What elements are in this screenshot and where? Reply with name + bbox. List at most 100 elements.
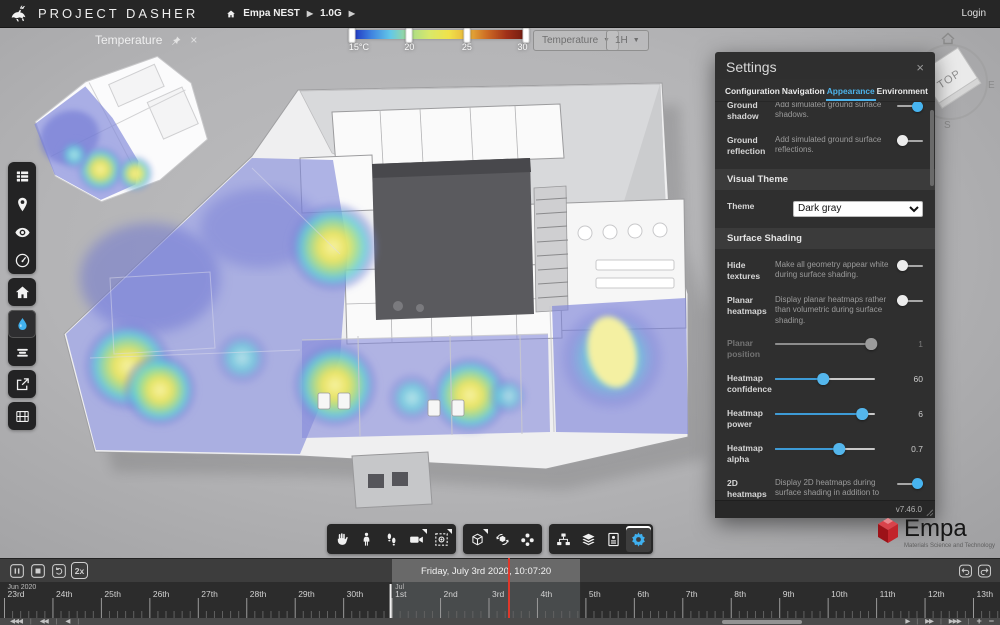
visibility-eye-button[interactable] xyxy=(8,218,36,246)
compass-s: S xyxy=(944,120,951,130)
svg-text:3rd: 3rd xyxy=(492,589,505,599)
pin-icon[interactable] xyxy=(170,34,182,46)
breadcrumb-level[interactable]: 1.0G xyxy=(320,8,342,19)
svg-text:7th: 7th xyxy=(686,589,698,599)
timeline-header: 2x Friday, July 3rd 2020, 10:07:20 xyxy=(0,558,1000,582)
3d-viewport[interactable]: Temperature × 15°C 20 25 30 Temperatu xyxy=(0,28,1000,558)
setting-control: Dark gray xyxy=(793,201,923,217)
spaces-pods-button[interactable] xyxy=(515,526,540,552)
playhead[interactable] xyxy=(508,558,510,618)
svg-text:30th: 30th xyxy=(347,589,364,599)
location-pin-button[interactable] xyxy=(8,190,36,218)
ground-reflection-toggle[interactable] xyxy=(897,135,923,147)
svg-text:4th: 4th xyxy=(540,589,552,599)
walk-footprints-button[interactable] xyxy=(379,526,404,552)
share-export-icon xyxy=(14,376,31,393)
skip-forward-3[interactable]: ▶▶▶ xyxy=(949,618,961,625)
spaces-pods-icon xyxy=(519,531,536,548)
layers-stack-button[interactable] xyxy=(576,526,601,552)
pan-hand-button[interactable] xyxy=(329,526,354,552)
timeline-ticks[interactable]: 23rd24th25th26th27th28th29th30th1st2nd3r… xyxy=(0,582,1000,618)
2d-heatmap-overlay xyxy=(24,43,223,221)
settings-header: Settings × xyxy=(715,52,935,79)
toolbar-group xyxy=(8,402,36,430)
setting-row-theme: ThemeDark gray xyxy=(715,195,935,223)
ground-shadow-toggle[interactable] xyxy=(897,102,923,112)
zoom-out-button[interactable]: − xyxy=(989,618,994,625)
skip-back-1[interactable]: ◀◀◀ xyxy=(10,618,22,625)
svg-text:25th: 25th xyxy=(104,589,121,599)
setting-control xyxy=(897,295,923,307)
tab-navigation[interactable]: Navigation xyxy=(781,84,826,101)
scale-handle-20[interactable] xyxy=(406,28,413,43)
heatmap-confidence-slider[interactable] xyxy=(775,373,875,385)
breadcrumb-root[interactable]: Empa NEST xyxy=(243,8,300,19)
free-orbit-button[interactable] xyxy=(490,526,515,552)
loop-button[interactable] xyxy=(50,562,67,579)
zoom-in-button[interactable]: + xyxy=(976,618,981,625)
dashboard-gauge-icon xyxy=(14,252,31,269)
breadcrumb: Empa NEST ▶ 1.0G ▶ xyxy=(226,8,355,19)
zoom-marquee-button[interactable] xyxy=(429,526,454,552)
share-export-button[interactable] xyxy=(8,370,36,398)
close-overlay-icon[interactable]: × xyxy=(190,34,197,46)
setting-description: Add simulated ground surface shadows. xyxy=(775,102,897,121)
heatmap-power-slider[interactable] xyxy=(775,408,875,420)
redo-icon[interactable] xyxy=(977,563,992,578)
tab-appearance[interactable]: Appearance xyxy=(826,84,876,101)
heatmap-overlay-header: Temperature × xyxy=(95,33,197,47)
water-drop-button[interactable] xyxy=(8,310,36,338)
login-link[interactable]: Login xyxy=(962,8,986,19)
settings-gear-button[interactable] xyxy=(626,526,651,552)
settings-panel: Settings × ConfigurationNavigationAppear… xyxy=(715,52,935,518)
storyboard-film-icon xyxy=(14,408,31,425)
hide-textures-toggle[interactable] xyxy=(897,260,923,272)
pause-button[interactable] xyxy=(8,562,25,579)
setting-label: Ground shadow xyxy=(727,102,775,123)
setting-control: 1 xyxy=(775,338,923,350)
properties-panel-button[interactable] xyxy=(601,526,626,552)
2d-heatmaps-toggle[interactable] xyxy=(897,478,923,490)
tab-configuration[interactable]: Configuration xyxy=(724,84,781,101)
home-view-button[interactable] xyxy=(8,278,36,306)
surface-levels-button[interactable] xyxy=(8,338,36,366)
theme-select[interactable]: Dark gray xyxy=(793,201,923,217)
setting-control: 6 xyxy=(775,408,923,420)
scale-handle-25[interactable] xyxy=(463,28,470,43)
scrollbar-thumb[interactable] xyxy=(930,110,934,186)
compass-e: E xyxy=(988,80,995,91)
tab-environment[interactable]: Environment xyxy=(876,84,929,101)
stop-button[interactable] xyxy=(29,562,46,579)
planar-heatmaps-toggle[interactable] xyxy=(897,295,923,307)
undo-icon[interactable] xyxy=(958,563,973,578)
toolbar-group xyxy=(8,162,36,274)
timeline-scrollbar[interactable] xyxy=(722,620,802,624)
scale-tick-labels: 15°C 20 25 30 xyxy=(352,42,526,55)
skip-forward-2[interactable]: ▶▶ xyxy=(925,618,933,625)
scale-handle-min[interactable] xyxy=(349,28,356,43)
first-person-icon xyxy=(358,531,375,548)
first-person-button[interactable] xyxy=(354,526,379,552)
planar-position-slider[interactable] xyxy=(775,338,875,350)
location-pin-icon xyxy=(14,196,31,213)
speed-button[interactable]: 2x xyxy=(71,562,88,579)
heatmap-alpha-slider[interactable] xyxy=(775,443,875,455)
skip-back-2[interactable]: ◀◀ xyxy=(40,618,48,625)
model-hierarchy-button[interactable] xyxy=(551,526,576,552)
setting-control: 0.7 xyxy=(775,443,923,455)
color-scale-gradient xyxy=(352,30,526,39)
camera-flyover-button[interactable] xyxy=(404,526,429,552)
orbit-box-button[interactable] xyxy=(465,526,490,552)
close-icon[interactable]: × xyxy=(916,60,924,75)
skip-forward-1[interactable]: ▶ xyxy=(905,618,909,625)
data-list-button[interactable] xyxy=(8,162,36,190)
scale-handle-max[interactable] xyxy=(523,28,530,43)
storyboard-film-button[interactable] xyxy=(8,402,36,430)
settings-content: Ground shadowAdd simulated ground surfac… xyxy=(715,102,935,500)
interval-dropdown[interactable]: 1H ▼ xyxy=(606,30,649,51)
scale-tick: 30 xyxy=(518,42,528,52)
dashboard-gauge-button[interactable] xyxy=(8,246,36,274)
skip-back-3[interactable]: ◀ xyxy=(65,618,69,625)
timeline: 2x Friday, July 3rd 2020, 10:07:20 23rd2… xyxy=(0,558,1000,625)
current-time-display[interactable]: Friday, July 3rd 2020, 10:07:20 xyxy=(392,559,580,583)
